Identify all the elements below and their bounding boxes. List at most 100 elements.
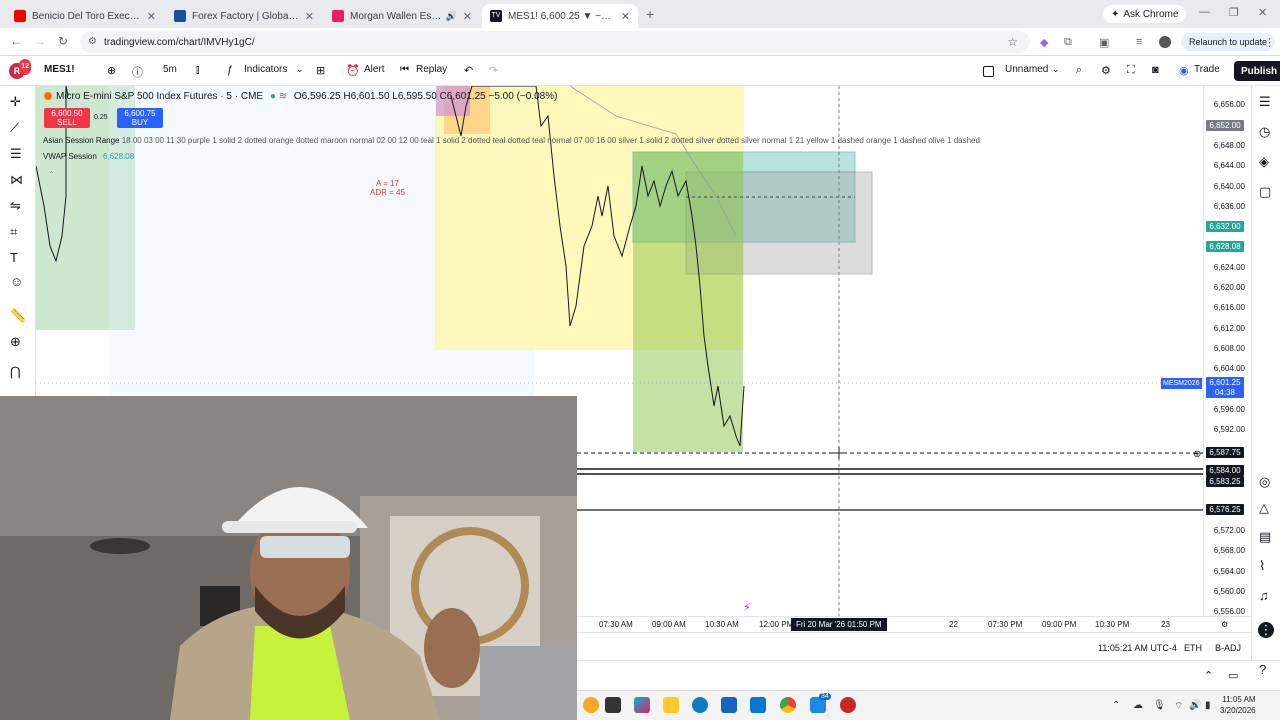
speaker-icon[interactable]: 🔊 xyxy=(446,11,457,22)
ask-chrome-button[interactable]: ✦ Ask Chrome xyxy=(1103,5,1187,23)
alerts-clock-icon[interactable]: ◷ xyxy=(1259,124,1270,140)
fib-tool-icon[interactable]: ☰ xyxy=(10,146,22,162)
puzzle-icon[interactable]: ⧉ xyxy=(1064,36,1072,49)
reading-list-icon[interactable]: ≡ xyxy=(1136,36,1142,48)
collapse-legend-icon[interactable]: ⌃ xyxy=(48,170,55,179)
reload-button[interactable]: ↻ xyxy=(58,34,68,48)
tab-benicio[interactable]: Benicio Del Toro Executes the C ✕ xyxy=(6,4,164,28)
camera-icon[interactable]: ◙ xyxy=(1152,64,1159,76)
relaunch-button[interactable]: Relaunch to update xyxy=(1181,33,1276,51)
sidepanel-icon[interactable]: ▣ xyxy=(1099,36,1109,49)
store-icon[interactable] xyxy=(721,697,737,713)
chevron-down-icon[interactable]: ⌄ xyxy=(1052,64,1060,75)
fullscreen-icon[interactable]: ⛶ xyxy=(1127,64,1135,77)
file-explorer-icon[interactable] xyxy=(663,697,679,713)
edge-icon[interactable] xyxy=(692,697,708,713)
symbol-legend[interactable]: Micro E-mini S&P 500 Index Futures · 5 ·… xyxy=(44,91,557,102)
lightning-icon[interactable]: ⚡ xyxy=(743,601,751,614)
back-button[interactable]: ← xyxy=(10,34,22,48)
magnet-tool-icon[interactable]: ⋂ xyxy=(10,364,21,380)
window-close-button[interactable]: ✕ xyxy=(1258,6,1267,19)
battery-icon[interactable]: ▮ xyxy=(1205,700,1211,711)
indicator-legend-asian[interactable]: Asian Session Range 18 00 03 00 11 30 pu… xyxy=(43,136,980,145)
chrome-icon[interactable] xyxy=(780,697,796,713)
chevron-down-icon[interactable]: ⌄ xyxy=(296,64,304,75)
templates-icon[interactable]: ⊞ xyxy=(316,64,325,77)
onedrive-icon[interactable]: ☁ xyxy=(1133,700,1143,711)
undo-icon[interactable]: ↶ xyxy=(464,64,473,77)
weather-icon[interactable] xyxy=(583,697,599,713)
target-icon[interactable]: ◎ xyxy=(1259,474,1270,490)
time-axis[interactable]: 07:30 AM 09:00 AM 10:30 AM 12:00 PM 22 0… xyxy=(577,616,1251,632)
extension-icon[interactable]: ◆ xyxy=(1040,36,1048,49)
maximize-button[interactable]: ❐ xyxy=(1229,6,1239,19)
url-field[interactable]: ⚙ tradingview.com/chart/IMVHy1gC/ ☆ xyxy=(80,31,1030,53)
ruler-tool-icon[interactable]: 📏 xyxy=(10,308,26,324)
close-icon[interactable]: ✕ xyxy=(621,10,630,23)
settings-icon[interactable]: ⚙ xyxy=(1101,64,1111,77)
outlook-icon[interactable] xyxy=(750,697,766,713)
chevron-up-icon[interactable]: ⌃ xyxy=(1204,669,1213,682)
profile-avatar[interactable] xyxy=(1159,36,1171,48)
watchlist-icon[interactable]: ☰ xyxy=(1259,94,1271,110)
layers-icon[interactable]: ◈ xyxy=(1259,154,1269,170)
price-axis[interactable]: 6,656.00 6,648.00 6,644.00 6,640.00 6,63… xyxy=(1203,86,1251,632)
close-icon[interactable]: ✕ xyxy=(305,10,314,23)
emoji-tool-icon[interactable]: ☺ xyxy=(10,274,23,289)
minimize-button[interactable]: — xyxy=(1199,6,1210,18)
adjustment-toggle[interactable]: B-ADJ xyxy=(1215,643,1241,653)
candle-type-icon[interactable]: ⫾ xyxy=(196,64,200,77)
new-tab-button[interactable]: + xyxy=(646,6,654,22)
tray-chevron-icon[interactable]: ⌃ xyxy=(1112,700,1120,711)
trade-button[interactable]: Trade xyxy=(1194,64,1220,75)
trendline-tool-icon[interactable]: ⟋ xyxy=(10,120,19,136)
wifi-icon[interactable]: ⌔ xyxy=(1174,700,1183,713)
interval-selector[interactable]: 5m xyxy=(163,64,177,75)
mic-icon[interactable]: 🎙 xyxy=(1153,700,1166,711)
bell-icon[interactable]: ♫ xyxy=(1259,588,1269,603)
layout-name[interactable]: Unnamed xyxy=(1005,64,1048,75)
clock-display[interactable]: 11:05:21 AM UTC-4 xyxy=(1098,643,1177,653)
zoom-tool-icon[interactable]: ⊕ xyxy=(10,334,21,350)
publish-button[interactable]: Publish xyxy=(1234,61,1280,81)
tab-forex-factory[interactable]: Forex Factory | Global markets ✕ xyxy=(166,4,322,28)
compare-icon[interactable]: ⊕ xyxy=(107,64,116,77)
bookmark-star-icon[interactable]: ☆ xyxy=(1007,35,1018,49)
user-avatar[interactable]: R 12 xyxy=(9,59,31,79)
chart-icon[interactable]: ⌇ xyxy=(1259,558,1265,574)
symbol-search[interactable]: MES1! xyxy=(44,64,75,75)
prediction-tool-icon[interactable]: ⇋ xyxy=(10,198,21,214)
chat-icon[interactable]: ▢ xyxy=(1259,184,1271,200)
search-icon[interactable]: ⌕ xyxy=(1076,64,1082,77)
volume-icon[interactable]: 🔊 xyxy=(1189,700,1201,711)
system-clock[interactable]: 11:05 AM 3/20/2026 xyxy=(1220,694,1256,716)
time-settings-icon[interactable]: ⚙ xyxy=(1221,620,1228,629)
layout-icon[interactable] xyxy=(983,66,994,77)
forward-button[interactable]: → xyxy=(34,34,46,48)
tab-tradingview[interactable]: TV MES1! 6,600.25 ▼ −0.9% Unna ✕ xyxy=(482,4,638,28)
text-tool-icon[interactable]: T xyxy=(10,250,18,265)
help-icon[interactable]: ? xyxy=(1259,662,1266,677)
indicators-button[interactable]: Indicators xyxy=(244,64,287,75)
add-alert-icon[interactable]: ⊕ xyxy=(1193,449,1201,460)
replay-button[interactable]: Replay xyxy=(416,64,447,75)
pattern-tool-icon[interactable]: ⋈ xyxy=(10,172,23,188)
task-view-icon[interactable] xyxy=(605,697,621,713)
shapes-tool-icon[interactable]: ⌗ xyxy=(10,224,17,240)
maximize-panel-icon[interactable]: ▭ xyxy=(1228,669,1238,682)
close-icon[interactable]: ✕ xyxy=(147,10,156,23)
indicator-legend-vwap[interactable]: VWAP Session 6,628.08 xyxy=(43,152,134,161)
app-icon[interactable] xyxy=(840,697,856,713)
copilot-icon[interactable] xyxy=(634,697,650,713)
signals-icon[interactable]: △ xyxy=(1259,500,1269,516)
buy-button[interactable]: 6,600.75 BUY xyxy=(117,108,163,128)
session-toggle[interactable]: ETH xyxy=(1184,643,1202,653)
site-info-icon[interactable]: ⚙ xyxy=(88,36,97,47)
more-menu-icon[interactable]: ⋮ xyxy=(1264,36,1275,49)
tab-morgan-wallen[interactable]: Morgan Wallen Essentials 🔊 ✕ xyxy=(324,4,480,28)
apps-icon[interactable]: ⋮ xyxy=(1258,622,1274,638)
alert-button[interactable]: Alert xyxy=(364,64,385,75)
redo-icon[interactable]: ↷ xyxy=(489,64,498,77)
crosshair-tool-icon[interactable]: ✛ xyxy=(10,94,21,110)
calendar-icon[interactable]: ▤ xyxy=(1259,529,1271,545)
